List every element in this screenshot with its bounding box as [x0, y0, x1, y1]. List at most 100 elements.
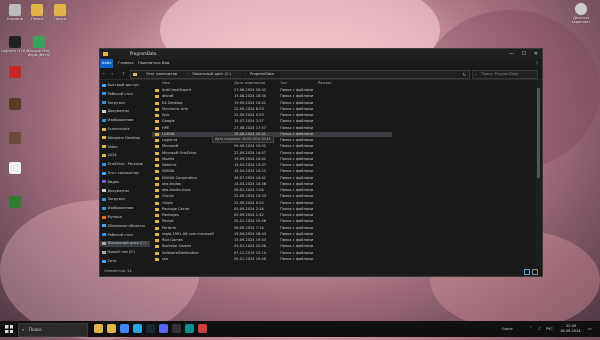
table-row[interactable]: HPE 27.08.2024 17:57 Папка с файлами: [152, 126, 392, 131]
table-row[interactable]: NVIDIA Corporation 26.07.2024 14:41 Папка …: [152, 176, 392, 181]
nav-item[interactable]: Этот компьютер: [102, 171, 139, 177]
volume-icon[interactable]: ♪: [538, 321, 541, 337]
table-row[interactable]: ssh 05.01.2024 19:40 Папка с файлами: [152, 257, 392, 262]
tab-share[interactable]: Поделиться: [138, 59, 161, 68]
table-row[interactable]: Oracle 22.09.2024 14:33 Папка с файлами: [152, 194, 392, 199]
steam-icon[interactable]: [146, 324, 155, 333]
nav-item[interactable]: Новый том (E:): [102, 250, 135, 256]
table-row[interactable]: regid.1991-06.com.microsoft 15.04.2024 18…: [152, 232, 392, 237]
table-row[interactable]: Microsoft OneDrive 22.09.2024 14:07 Папка …: [152, 151, 392, 156]
tab-view[interactable]: Вид: [162, 59, 169, 68]
table-row[interactable]: Origin 22.09.2024 0:52 Папка с файлами: [152, 201, 392, 206]
tiles-view-icon[interactable]: [532, 269, 538, 275]
nav-item[interactable]: Загрузки: [102, 101, 125, 107]
column-type[interactable]: Тип: [280, 80, 287, 86]
nav-item[interactable]: OneDrive - Personal: [102, 162, 143, 168]
nav-item[interactable]: Сеть: [102, 259, 116, 265]
table-row[interactable]: Microsoft 09.09.2024 19:01 Папка с файлами: [152, 144, 392, 149]
up-icon[interactable]: ↑: [122, 68, 125, 79]
table-row[interactable]: Mozilla 19.09.2024 14:41 Папка с файлами: [152, 157, 392, 162]
desktop-icon[interactable]: [0, 196, 30, 209]
table-row[interactable]: Riot Games 15.09.2024 19:43 Папка с файлам…: [152, 238, 392, 243]
table-row[interactable]: Package Cache 05.09.2024 2:16 Папка с файл…: [152, 207, 392, 212]
nav-item[interactable]: Быстрый доступ: [102, 83, 139, 89]
refresh-icon[interactable]: ↻: [463, 71, 466, 78]
details-view-icon[interactable]: [524, 269, 530, 275]
desktop-icon[interactable]: [0, 66, 30, 79]
chevron-up-icon[interactable]: ˄: [530, 321, 532, 337]
windows-start-icon[interactable]: [5, 325, 13, 333]
table-row[interactable]: Electronic Arts 22.09.2024 8:53 Папка с фа…: [152, 107, 392, 112]
scrollbar-thumb[interactable]: [537, 88, 540, 178]
table-row[interactable]: dlkraft 15.08.2024 18:30 Папка с файлами: [152, 94, 392, 99]
nav-item[interactable]: Загрузки: [102, 197, 125, 203]
nav-item[interactable]: Музыка: [102, 215, 122, 221]
nav-item[interactable]: Локальный диск (C:): [100, 241, 150, 247]
taskbar-search[interactable]: ⌕ Поиск: [18, 323, 88, 337]
back-icon[interactable]: ←: [103, 68, 106, 79]
table-row[interactable]: Perform 06.09.2024 7:14 Папка с файлами: [152, 226, 392, 231]
tab-file[interactable]: Файл: [100, 59, 113, 68]
table-row[interactable]: Rockstar Games 05.01.2024 22:08 Папка с фа…: [152, 244, 392, 249]
explorer-window[interactable]: ProgramData — ☐ ✕ Файл Главная Поделитьс…: [99, 48, 543, 277]
column-size[interactable]: Размер: [318, 80, 331, 86]
table-row[interactable]: Epic 22.09.2024 0:53 Папка с файлами: [152, 113, 392, 118]
tab-home[interactable]: Главная: [118, 59, 134, 68]
discord-icon[interactable]: [159, 324, 168, 333]
table-row[interactable]: Packages 05.09.2024 1:42 Папка с файлами: [152, 213, 392, 218]
desktop-icon[interactable]: [0, 98, 30, 111]
nav-item[interactable]: Изображения: [102, 206, 133, 212]
nav-item[interactable]: Видео: [102, 180, 119, 186]
nav-item[interactable]: Video: [102, 145, 118, 151]
nav-item[interactable]: 2024: [102, 153, 117, 159]
desktop-folder-2[interactable]: Папка: [45, 4, 75, 21]
notifications-icon[interactable]: ▭: [588, 321, 592, 337]
table-row[interactable]: obs-studio-hook 06.01.2024 7:04 Папка с фа…: [152, 188, 392, 193]
breadcrumb-0[interactable]: Этот компьютер: [146, 71, 177, 78]
desktop-icon[interactable]: Google Play Игры (бета): [24, 36, 54, 57]
epic-icon[interactable]: [172, 324, 181, 333]
table-row[interactable]: NVIDIA 15.04.2024 14:21 Папка с файлами: [152, 169, 392, 174]
table-row[interactable]: Packet 25.01.2024 15:46 Папка с файлами: [152, 219, 392, 224]
title-bar[interactable]: ProgramData — ☐ ✕: [100, 49, 542, 59]
table-row[interactable]: SoftwareDistribution 07.12.2019 15:14 Папк…: [152, 251, 392, 256]
scrollbar[interactable]: [536, 80, 541, 266]
nav-item[interactable]: Screenshots: [102, 127, 130, 133]
chrome-icon[interactable]: [120, 324, 129, 333]
maximize-button[interactable]: ☐: [522, 49, 526, 59]
forward-icon[interactable]: →: [110, 68, 113, 79]
desktop-icon[interactable]: [0, 132, 30, 145]
nav-item[interactable]: Рабочий стол: [102, 233, 133, 239]
telegram-icon[interactable]: [133, 324, 142, 333]
table-row[interactable]: AntiCheatExpert 27.08.2024 20:02 Папка с ф…: [152, 88, 392, 93]
folder-icon[interactable]: [107, 324, 116, 333]
table-row[interactable]: EA Desktop 19.09.2024 14:41 Папка с файлам…: [152, 101, 392, 106]
minimize-button[interactable]: —: [509, 49, 514, 59]
explorer-icon[interactable]: [94, 324, 103, 333]
nav-item[interactable]: Рабочий стол: [102, 92, 133, 98]
edge-icon[interactable]: [185, 324, 194, 333]
table-row[interactable]: Nahimic 15.04.2024 13:07 Папка с файлами: [152, 163, 392, 168]
nav-item[interactable]: Документы: [102, 109, 129, 115]
clock-date[interactable]: 18.09.2024: [560, 329, 581, 333]
breadcrumb-1[interactable]: Локальный диск (C:): [192, 71, 231, 78]
address-bar[interactable]: Этот компьютер › Локальный диск (C:) › P…: [130, 70, 470, 79]
search-box[interactable]: ⌕ Поиск: ProgramData: [472, 70, 538, 79]
close-button[interactable]: ✕: [534, 49, 538, 59]
desktop-shortcut-right[interactable]: Десктоп скриншот: [566, 3, 596, 24]
tray-game-label[interactable]: Game: [502, 321, 513, 337]
column-date[interactable]: Дата изменения: [234, 80, 265, 86]
nav-item[interactable]: Объемные объекты: [102, 224, 145, 230]
column-name[interactable]: Имя: [162, 80, 170, 86]
nav-item[interactable]: Изображения: [102, 118, 133, 124]
breadcrumb-2[interactable]: ProgramData: [250, 71, 274, 78]
nav-item[interactable]: Документы: [102, 189, 129, 195]
table-row[interactable]: Google 15.07.2024 2:37 Папка с файлами: [152, 119, 392, 124]
table-row[interactable]: obs-studio 14.03.2024 14:46 Папка с файлам…: [152, 182, 392, 187]
help-icon[interactable]: ?: [536, 59, 538, 68]
desktop-icon[interactable]: [0, 162, 30, 175]
music-icon[interactable]: [198, 324, 207, 333]
clock-time[interactable]: 20:39: [566, 324, 576, 328]
nav-item[interactable]: Telegram Desktop: [102, 136, 140, 142]
language-indicator[interactable]: РУС: [546, 321, 553, 337]
